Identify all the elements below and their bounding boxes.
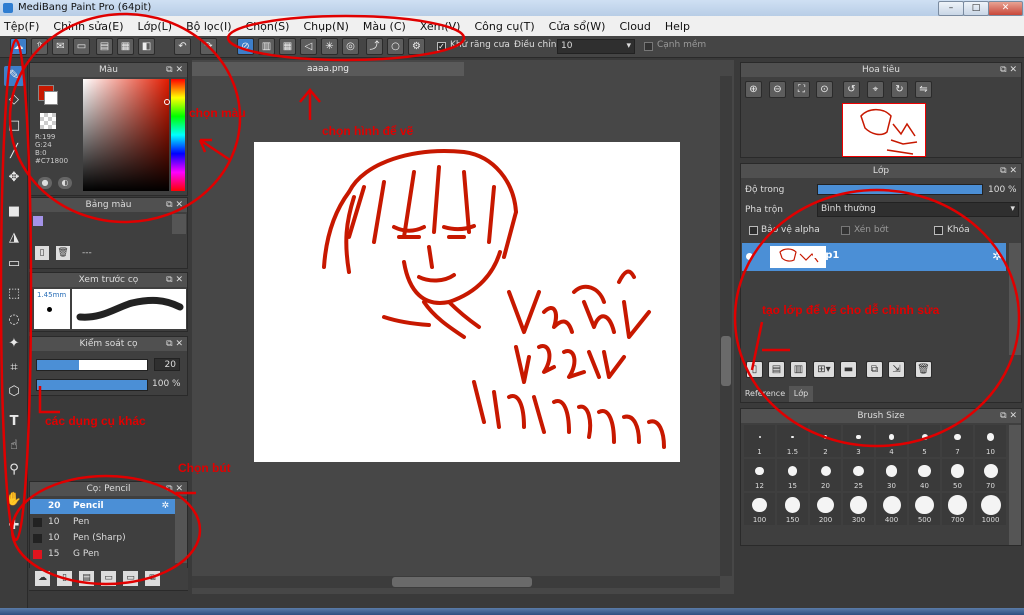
annotation-arrow-up (299, 88, 321, 120)
annotation-arrow-tools (38, 386, 60, 414)
annotation-other-tools: các dụng cụ khác (45, 414, 146, 428)
annotation-arrow-color (198, 138, 231, 162)
annotation-circle-brushes (10, 474, 202, 586)
annotation-circle-tools (0, 38, 33, 542)
annotation-arrow-layer (750, 321, 790, 371)
annotation-pick-shape: chọn hình để vẽ (322, 124, 414, 138)
annotation-pick-brush: Chọn bút (178, 461, 231, 475)
os-taskbar (0, 608, 1024, 615)
annotation-new-layer: tạo lớp để vẽ cho dễ chỉnh sửa (762, 303, 940, 317)
annotation-circle-layers (733, 188, 1021, 448)
annotation-pick-color: chọn màu (189, 106, 246, 120)
annotation-circle-shapes (226, 14, 466, 62)
